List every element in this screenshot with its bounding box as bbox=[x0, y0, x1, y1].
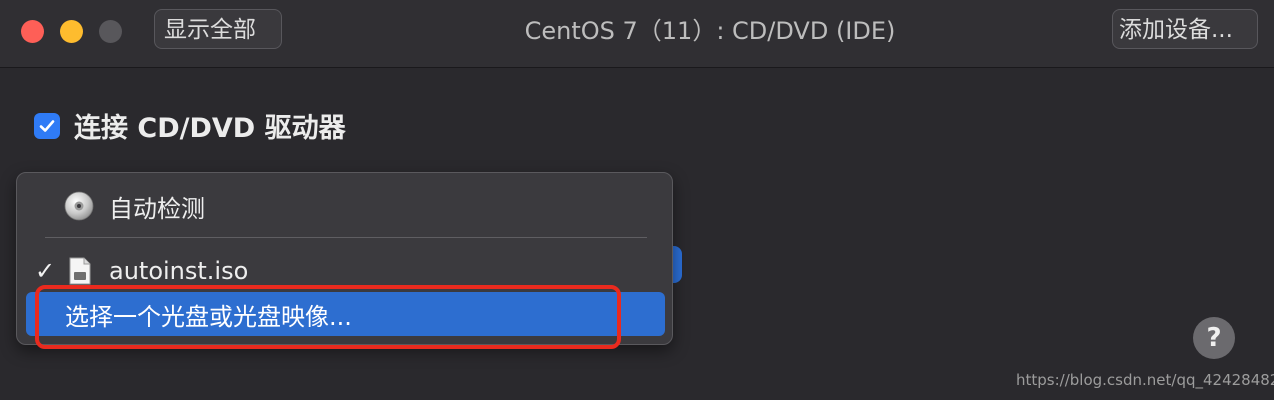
close-window-button[interactable] bbox=[21, 20, 44, 43]
title-bar: 显示全部 CentOS 7（11）: CD/DVD (IDE) 添加设备... bbox=[0, 0, 1274, 68]
show-all-button[interactable]: 显示全部 bbox=[154, 9, 282, 49]
help-button[interactable]: ? bbox=[1193, 317, 1235, 359]
menu-item-auto-detect[interactable]: 自动检测 bbox=[17, 186, 672, 226]
menu-separator bbox=[45, 237, 647, 238]
menu-item-label: autoinst.iso bbox=[109, 257, 249, 285]
connect-drive-checkbox[interactable] bbox=[34, 112, 60, 139]
cd-disc-icon bbox=[64, 191, 94, 221]
menu-item-label: 自动检测 bbox=[109, 194, 205, 223]
selected-check-icon: ✓ bbox=[35, 257, 56, 285]
minimize-window-button[interactable] bbox=[60, 20, 83, 43]
connect-drive-row[interactable]: 连接 CD/DVD 驱动器 bbox=[34, 106, 346, 145]
watermark-text: https://blog.csdn.net/qq_42428482 bbox=[1016, 371, 1274, 389]
checkmark-icon bbox=[39, 119, 55, 132]
window-title: CentOS 7（11）: CD/DVD (IDE) bbox=[524, 17, 896, 45]
highlight-annotation bbox=[35, 285, 621, 349]
iso-file-icon bbox=[69, 257, 91, 285]
connect-drive-label: 连接 CD/DVD 驱动器 bbox=[74, 113, 346, 144]
add-device-button[interactable]: 添加设备... bbox=[1112, 9, 1258, 49]
zoom-window-button[interactable] bbox=[99, 20, 122, 43]
